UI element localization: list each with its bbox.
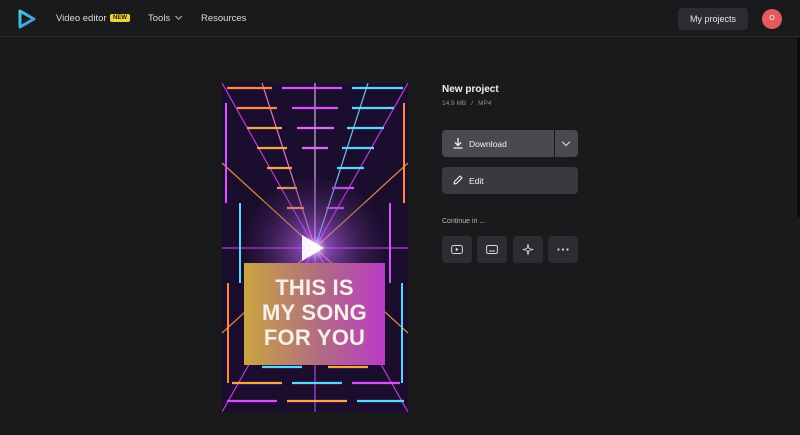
chevron-down-icon (561, 137, 571, 147)
more-icon (557, 248, 569, 251)
edit-button[interactable]: Edit (442, 167, 578, 194)
project-title: New project (442, 84, 499, 95)
file-size: 14.9 MB (442, 100, 467, 107)
nav-tools-label: Tools (148, 13, 171, 24)
continue-subtitles-button[interactable] (477, 236, 507, 263)
video-caption: THIS IS MY SONG FOR YOU (244, 263, 385, 365)
subtitles-icon (486, 245, 498, 254)
continue-youtube-button[interactable] (442, 236, 472, 263)
project-meta: 14.9 MB / MP4 (442, 100, 491, 107)
video-preview[interactable]: THIS IS MY SONG FOR YOU (222, 83, 408, 412)
download-options-button[interactable] (555, 130, 578, 157)
pencil-icon (453, 175, 463, 185)
download-icon (453, 138, 463, 149)
continue-sparkle-button[interactable] (513, 236, 543, 263)
download-button[interactable]: Download (442, 130, 554, 157)
avatar[interactable]: O (762, 9, 782, 29)
nav-tools[interactable]: Tools (148, 12, 183, 24)
nav-video-editor[interactable]: Video editor (56, 13, 107, 24)
continue-in-label: Continue in ... (442, 218, 486, 225)
top-bar: Video editor NEW Tools Resources My proj… (0, 0, 800, 37)
play-icon[interactable] (302, 235, 324, 261)
chevron-down-icon (175, 12, 183, 20)
edit-label: Edit (469, 176, 484, 186)
meta-separator: / (471, 100, 474, 107)
download-label: Download (469, 139, 507, 149)
youtube-icon (451, 245, 463, 254)
caption-line-1: THIS IS (275, 275, 354, 300)
caption-line-2: MY SONG (262, 300, 367, 325)
nav-resources[interactable]: Resources (201, 13, 246, 24)
continue-more-button[interactable] (548, 236, 578, 263)
sparkle-icon (522, 244, 534, 255)
my-projects-button[interactable]: My projects (678, 8, 748, 30)
file-format: MP4 (478, 100, 492, 107)
new-badge: NEW (110, 14, 130, 22)
app-logo-icon[interactable] (17, 9, 37, 29)
caption-line-3: FOR YOU (263, 325, 366, 350)
